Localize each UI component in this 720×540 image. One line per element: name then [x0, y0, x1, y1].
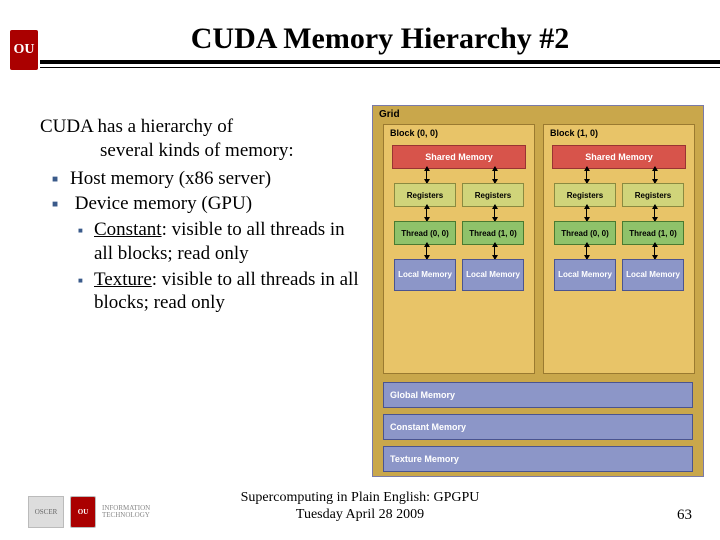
- global-memory-label: Global Memory: [390, 390, 455, 400]
- constant-memory-label: Constant Memory: [390, 422, 466, 432]
- bullet-host-label: Host memory (x86 server): [70, 168, 271, 189]
- bullet-device-label: Device memory (GPU): [75, 193, 252, 214]
- title-area: CUDA Memory Hierarchy #2: [40, 22, 720, 68]
- memory-hierarchy-diagram: Grid Block (0, 0) Shared Memory Register…: [372, 105, 704, 477]
- texture-term: Texture: [94, 269, 152, 290]
- footer-line1: Supercomputing in Plain English: GPGPU: [0, 490, 720, 507]
- intro-text: CUDA has a hierarchy of several kinds of…: [40, 115, 360, 163]
- body-text: CUDA has a hierarchy of several kinds of…: [40, 115, 360, 317]
- texture-memory: Texture Memory: [383, 446, 693, 472]
- arrow-icon: [586, 205, 587, 221]
- arrow-icon: [586, 167, 587, 183]
- arrow-icon: [494, 205, 495, 221]
- block-1-0-label: Block (1, 0): [550, 128, 598, 138]
- block-0-0: Block (0, 0) Shared Memory Registers Reg…: [383, 124, 535, 374]
- local-memory-0-0: Local Memory: [394, 259, 456, 291]
- intro-line2: several kinds of memory:: [70, 139, 360, 163]
- arrow-icon: [494, 167, 495, 183]
- footer-line2: Tuesday April 28 2009: [0, 507, 720, 524]
- subbullet-constant: Constant: visible to all threads in all …: [94, 218, 360, 266]
- local-memory-0-1: Local Memory: [462, 259, 524, 291]
- bullet-host: Host memory (x86 server): [70, 167, 360, 191]
- subbullet-texture: Texture: visible to all threads in all b…: [94, 268, 360, 316]
- global-memory: Global Memory: [383, 382, 693, 408]
- arrow-icon: [426, 243, 427, 259]
- title-rule-thin: [40, 67, 720, 68]
- title-rule-thick: [40, 60, 720, 64]
- arrow-icon: [654, 167, 655, 183]
- arrow-icon: [494, 243, 495, 259]
- block-1-0: Block (1, 0) Shared Memory Registers Reg…: [543, 124, 695, 374]
- shared-memory-1: Shared Memory: [552, 145, 686, 169]
- slide-title: CUDA Memory Hierarchy #2: [40, 22, 720, 56]
- intro-line1: CUDA has a hierarchy of: [40, 116, 233, 137]
- block-0-0-label: Block (0, 0): [390, 128, 438, 138]
- arrow-icon: [654, 243, 655, 259]
- arrow-icon: [426, 205, 427, 221]
- arrow-icon: [426, 167, 427, 183]
- footer-text: Supercomputing in Plain English: GPGPU T…: [0, 490, 720, 524]
- texture-memory-label: Texture Memory: [390, 454, 459, 464]
- page-number: 63: [677, 507, 692, 524]
- ou-logo: OU: [10, 30, 38, 70]
- bullet-device: Device memory (GPU) Constant: visible to…: [70, 192, 360, 315]
- constant-term: Constant: [94, 219, 162, 240]
- arrow-icon: [654, 205, 655, 221]
- local-memory-1-1: Local Memory: [622, 259, 684, 291]
- constant-memory: Constant Memory: [383, 414, 693, 440]
- local-memory-1-0: Local Memory: [554, 259, 616, 291]
- arrow-icon: [586, 243, 587, 259]
- shared-memory-0: Shared Memory: [392, 145, 526, 169]
- grid-label: Grid: [379, 109, 400, 120]
